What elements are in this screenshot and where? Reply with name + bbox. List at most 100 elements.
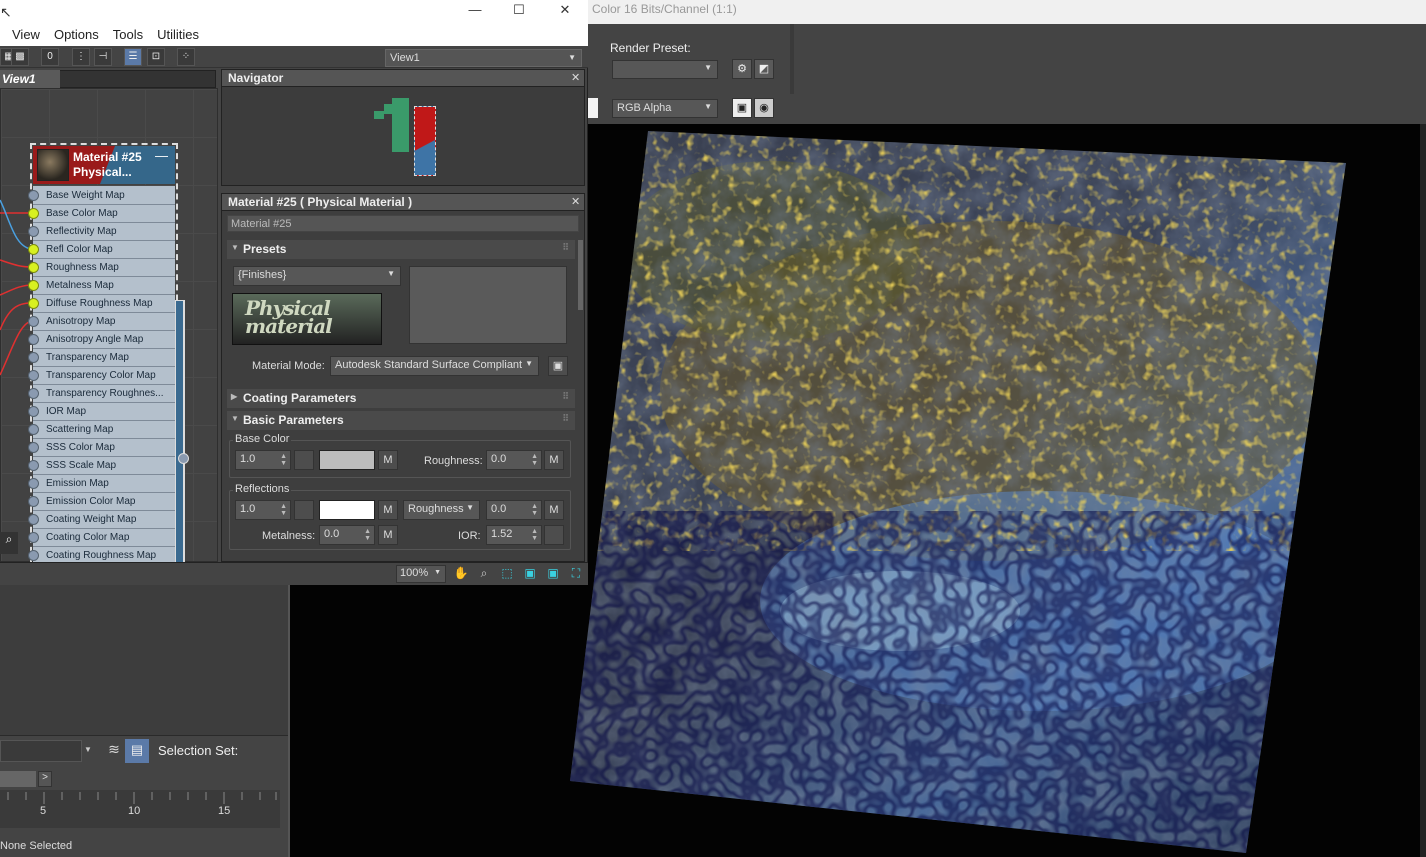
close-icon[interactable]: ✕	[571, 195, 580, 208]
base-weight-map-button[interactable]	[294, 450, 314, 470]
display-window-icon[interactable]: ▣	[732, 98, 752, 118]
view-select-dropdown[interactable]: View1 ▼	[385, 49, 582, 67]
render-setup-icon[interactable]: ⚙	[732, 59, 752, 79]
scrollbar[interactable]	[1420, 124, 1426, 857]
ior-map-button[interactable]	[544, 525, 564, 545]
pan-icon[interactable]: ✋	[453, 566, 469, 582]
node-slot[interactable]: Transparency Color Map	[28, 367, 175, 385]
input-socket[interactable]	[28, 496, 39, 507]
show-background-icon[interactable]: ▩	[11, 48, 29, 66]
input-socket[interactable]	[28, 208, 39, 219]
tab-view1[interactable]: View1	[0, 70, 60, 88]
node-slot[interactable]: Coating Weight Map	[28, 511, 175, 529]
close-icon[interactable]: ✕	[542, 0, 588, 22]
roughness-map-button[interactable]: M	[544, 450, 564, 470]
node-slot[interactable]: Emission Color Map	[28, 493, 175, 511]
node-slot[interactable]: Coating Color Map	[28, 529, 175, 547]
node-slot[interactable]: Reflectivity Map	[28, 223, 175, 241]
node-slot[interactable]: Anisotropy Map	[28, 313, 175, 331]
base-color-map-button[interactable]: M	[378, 450, 398, 470]
node-slot[interactable]: Base Weight Map	[28, 187, 175, 205]
ior-spinner[interactable]: 1.52 ▲ ▼	[486, 525, 542, 545]
color-swatch[interactable]	[588, 98, 598, 118]
maximize-view-icon[interactable]: ⛶	[568, 566, 584, 582]
maximize-icon[interactable]: ☐	[496, 0, 542, 22]
parameter-editor-icon[interactable]: ⊡	[147, 48, 165, 66]
select-by-material-icon[interactable]: ⁘	[177, 48, 195, 66]
next-frame-button[interactable]: >	[38, 771, 52, 787]
selection-set-dropdown[interactable]	[0, 740, 82, 762]
metalness-spinner[interactable]: 0.0 ▲ ▼	[319, 525, 375, 545]
material-map-browser-icon[interactable]: ☰	[124, 48, 142, 66]
node-slot[interactable]: Diffuse Roughness Map	[28, 295, 175, 313]
base-roughness-spinner[interactable]: 0.0 ▲ ▼	[486, 450, 542, 470]
input-socket[interactable]	[28, 244, 39, 255]
node-slot[interactable]: SSS Color Map	[28, 439, 175, 457]
refl-mode-dropdown[interactable]: Roughness ▼	[403, 500, 480, 520]
layout-children-icon[interactable]: ⊣	[94, 48, 112, 66]
zoom-dropdown[interactable]: 100% ▼	[396, 565, 446, 583]
output-socket[interactable]	[178, 453, 189, 464]
zoom-extents-selected-icon[interactable]: ▣	[545, 566, 561, 582]
channel-dropdown[interactable]: RGB Alpha ▼	[612, 99, 718, 118]
layout-icon[interactable]: ⋮	[72, 48, 90, 66]
coating-rollout[interactable]: ▶ Coating Parameters ⠿	[227, 389, 575, 408]
presets-rollout[interactable]: ▼ Presets ⠿	[227, 240, 575, 259]
menu-options[interactable]: Options	[54, 27, 99, 43]
zoom-region-icon[interactable]: ⬚	[499, 566, 515, 582]
input-socket[interactable]	[28, 334, 39, 345]
basic-parameters-rollout[interactable]: ▼ Basic Parameters ⠿	[227, 411, 575, 430]
base-color-swatch[interactable]	[319, 450, 375, 470]
input-socket[interactable]	[28, 532, 39, 543]
menu-utilities[interactable]: Utilities	[157, 27, 199, 43]
close-icon[interactable]: ✕	[571, 71, 580, 84]
node-slot[interactable]: Base Color Map	[28, 205, 175, 223]
save-icon[interactable]: ▣	[548, 356, 568, 376]
finishes-dropdown[interactable]: {Finishes} ▼	[233, 266, 401, 286]
binoculars-icon[interactable]: ⌕	[0, 532, 18, 554]
input-socket[interactable]	[28, 352, 39, 363]
time-slider[interactable]	[0, 771, 36, 787]
environment-effects-icon[interactable]: ◩	[754, 59, 774, 79]
menu-view[interactable]: View	[12, 27, 40, 43]
input-socket[interactable]	[28, 460, 39, 471]
node-slot[interactable]: SSS Scale Map	[28, 457, 175, 475]
node-slot[interactable]: Transparency Map	[28, 349, 175, 367]
zoom-extents-icon[interactable]: ▣	[522, 566, 538, 582]
input-socket[interactable]	[28, 388, 39, 399]
node-slot[interactable]: Emission Map	[28, 475, 175, 493]
refl-weight-map-button[interactable]	[294, 500, 314, 520]
refl-color-swatch[interactable]	[319, 500, 375, 520]
collapse-icon[interactable]: —	[155, 148, 168, 163]
refl-roughness-map-button[interactable]: M	[544, 500, 564, 520]
input-socket[interactable]	[28, 370, 39, 381]
input-socket[interactable]	[28, 478, 39, 489]
input-socket[interactable]	[28, 226, 39, 237]
input-socket[interactable]	[28, 442, 39, 453]
input-socket[interactable]	[28, 316, 39, 327]
input-socket[interactable]	[28, 262, 39, 273]
input-socket[interactable]	[28, 190, 39, 201]
input-socket[interactable]	[28, 280, 39, 291]
input-socket[interactable]	[28, 424, 39, 435]
node-slot[interactable]: Scattering Map	[28, 421, 175, 439]
node-slot[interactable]: Refl Color Map	[28, 241, 175, 259]
refl-color-map-button[interactable]: M	[378, 500, 398, 520]
metalness-map-button[interactable]: M	[378, 525, 398, 545]
chevron-down-icon[interactable]: ▼	[84, 745, 92, 754]
alpha-view-icon[interactable]: ◉	[754, 98, 774, 118]
refl-roughness-spinner[interactable]: 0.0 ▲ ▼	[486, 500, 542, 520]
input-socket[interactable]	[28, 406, 39, 417]
material-name-field[interactable]: Material #25	[227, 215, 579, 232]
render-preset-dropdown[interactable]: ▼	[612, 60, 718, 79]
menu-tools[interactable]: Tools	[113, 27, 143, 43]
minimize-icon[interactable]: —	[452, 0, 498, 22]
input-socket[interactable]	[28, 550, 39, 561]
scene-explorer-icon[interactable]: ▤	[125, 739, 149, 763]
zoom-icon[interactable]: ⌕	[476, 566, 492, 582]
material-mode-dropdown[interactable]: Autodesk Standard Surface Compliant ▼	[330, 356, 539, 376]
scrollbar[interactable]	[578, 240, 583, 310]
node-slot[interactable]: IOR Map	[28, 403, 175, 421]
node-slot[interactable]: Transparency Roughnes...	[28, 385, 175, 403]
node-slot[interactable]: Metalness Map	[28, 277, 175, 295]
